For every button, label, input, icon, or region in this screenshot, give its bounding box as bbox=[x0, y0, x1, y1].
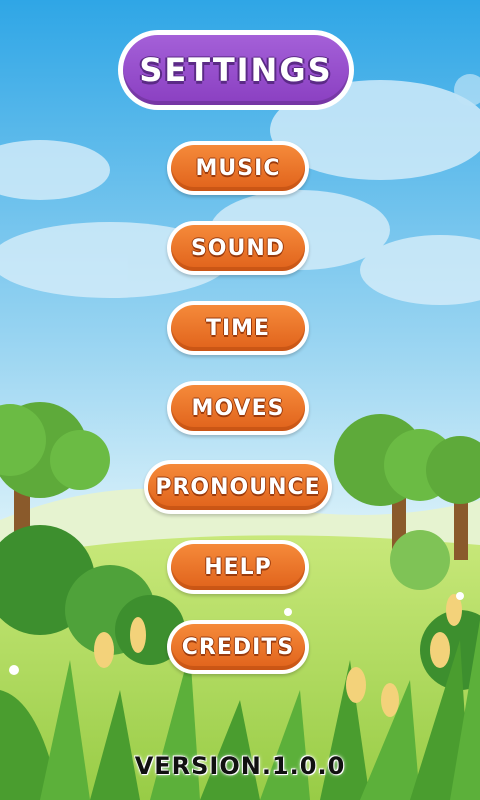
moves-button[interactable]: MOVES bbox=[167, 381, 309, 435]
pronounce-button-label: PRONOUNCE bbox=[155, 474, 321, 500]
sound-button-label: SOUND bbox=[190, 235, 286, 261]
version-text: VERSION.1.0.0 bbox=[134, 752, 346, 780]
help-button[interactable]: HELP bbox=[167, 540, 309, 594]
credits-button-label: CREDITS bbox=[181, 634, 295, 660]
page-title: SETTINGS bbox=[139, 51, 333, 89]
time-button-label: TIME bbox=[205, 315, 271, 341]
help-button-label: HELP bbox=[204, 554, 272, 580]
moves-button-label: MOVES bbox=[191, 395, 285, 421]
music-button-label: MUSIC bbox=[195, 155, 281, 181]
sound-button[interactable]: SOUND bbox=[167, 221, 309, 275]
settings-title-background: SETTINGS bbox=[123, 35, 349, 105]
settings-title-banner: SETTINGS bbox=[118, 30, 354, 110]
credits-button[interactable]: CREDITS bbox=[167, 620, 309, 674]
music-button[interactable]: MUSIC bbox=[167, 141, 309, 195]
pronounce-button[interactable]: PRONOUNCE bbox=[144, 460, 332, 514]
time-button[interactable]: TIME bbox=[167, 301, 309, 355]
